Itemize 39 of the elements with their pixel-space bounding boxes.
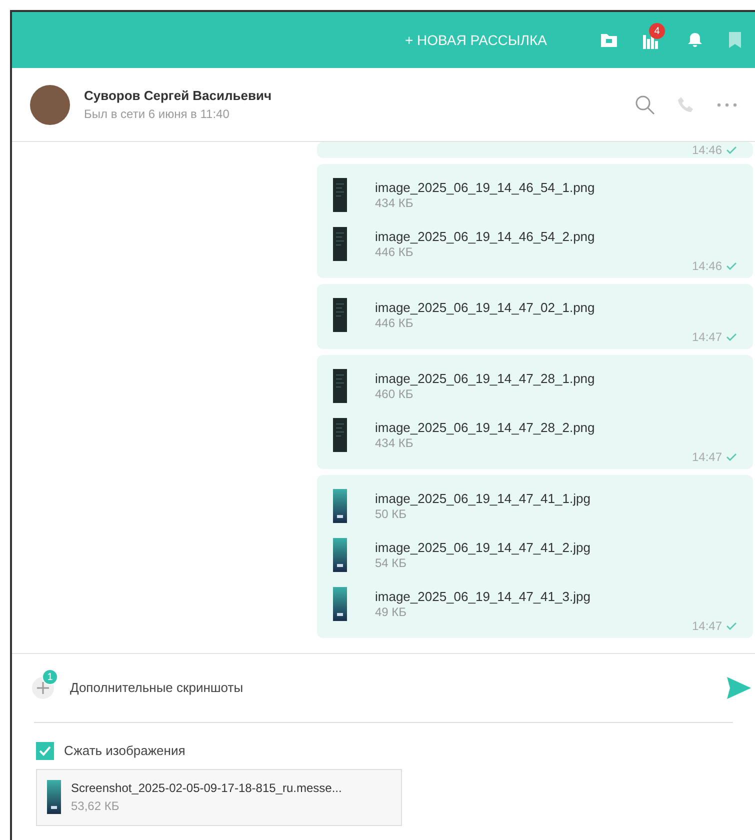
file-name[interactable]: image_2025_06_19_14_47_02_1.png [375,298,595,316]
message-text: Дополнительные скриншоты [70,679,244,698]
message-time: 14:46 [692,258,722,275]
message-time: 14:46 [692,142,722,159]
folder-icon[interactable] [601,33,617,47]
message-time: 14:47 [692,449,722,466]
compress-checkbox[interactable] [36,742,54,760]
file-name[interactable]: image_2025_06_19_14_47_41_3.jpg [375,588,590,604]
file-size: 434 КБ [375,196,414,210]
file-size: 446 КБ [375,316,414,330]
phone-icon[interactable] [677,96,695,114]
file-name[interactable]: image_2025_06_19_14_46_54_2.png [375,228,595,244]
message-time: 14:47 [692,618,722,635]
more-icon[interactable] [717,102,737,106]
file-name[interactable]: image_2025_06_19_14_47_28_1.png [375,370,595,386]
attachment-count-badge: 1 [42,669,58,685]
compress-label: Сжать изображения [64,742,186,760]
bookmark-icon[interactable] [729,32,741,48]
file-size: 50 КБ [375,506,408,522]
message-time: 14:47 [692,329,722,346]
file-name[interactable]: image_2025_06_19_14_47_41_2.jpg [375,538,590,556]
file-size: 446 КБ [375,244,414,260]
send-icon[interactable] [727,677,751,699]
bell-icon[interactable] [687,32,703,48]
attachment-size: 53,62 КБ [71,798,120,815]
file-size: 54 КБ [375,556,408,570]
last-seen-status: Был в сети 6 июня в 11:40 [84,106,230,124]
contact-name: Суворов Сергей Васильевич [84,86,272,105]
avatar [30,84,70,124]
plus-icon [37,682,49,694]
file-size: 460 КБ [375,386,414,402]
search-icon[interactable] [635,94,655,114]
file-size: 434 КБ [375,436,414,450]
attachment-name: Screenshot_2025-02-05-09-17-18-815_ru.messe... [71,780,342,797]
file-name[interactable]: image_2025_06_19_14_47_41_1.jpg [375,490,590,506]
file-name[interactable]: image_2025_06_19_14_47_28_2.png [375,418,595,436]
notification-badge: 4 [649,23,665,39]
file-name[interactable]: image_2025_06_19_14_46_54_1.png [375,178,595,196]
file-size: 49 КБ [375,604,408,620]
